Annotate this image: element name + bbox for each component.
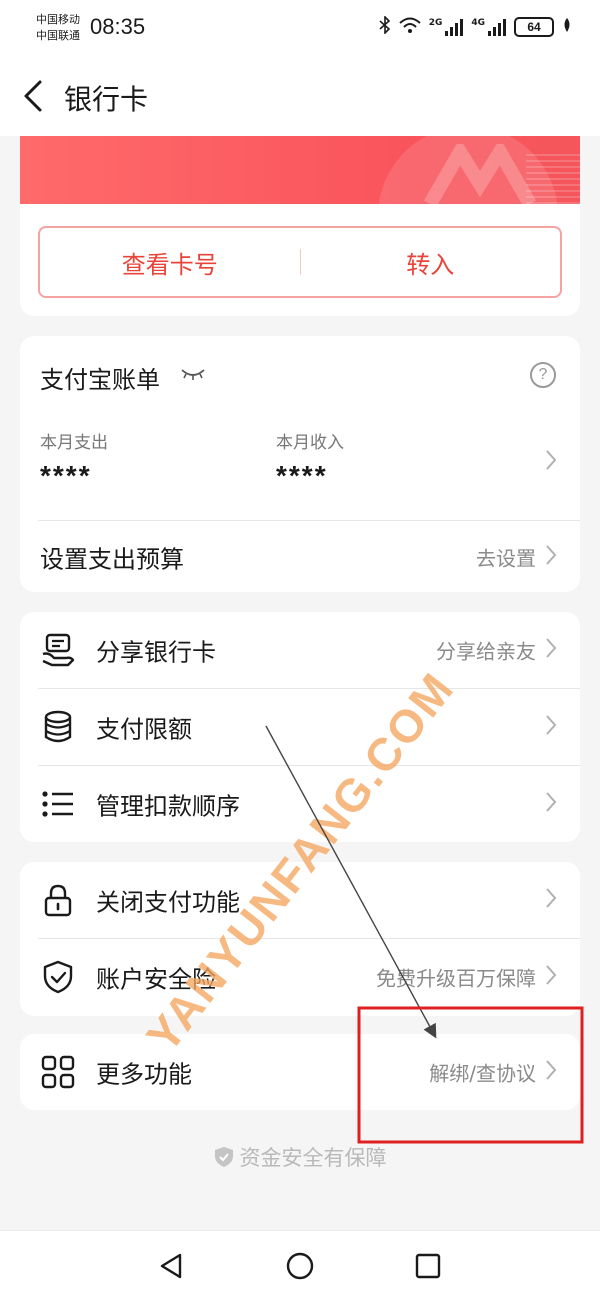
card-actions: 查看卡号 转入 [38,226,562,298]
status-time: 08:35 [90,14,146,39]
nav-back-button[interactable] [156,1251,186,1281]
share-bank-card-item[interactable]: 分享银行卡 分享给亲友 [20,612,580,688]
close-payment-label: 关闭支付功能 [96,888,240,917]
expense-value[interactable]: **** [40,460,92,492]
income-label: 本月收入 [276,433,344,453]
lock-icon [40,882,76,918]
more-functions-card: 更多功能 解绑/查协议 [20,1034,580,1110]
security-note-text: 资金安全有保障 [239,1146,387,1170]
chevron-right-icon [544,636,558,664]
chevron-right-icon [544,1058,558,1086]
transfer-in-button[interactable]: 转入 [301,245,561,280]
circle-home-icon [286,1252,314,1280]
bill-card: 支付宝账单 ? 本月支出 **** 本月收入 **** 设置支出预算 去设置 [20,336,580,592]
nav-home-button[interactable] [285,1251,315,1281]
wifi-icon [399,17,421,37]
chevron-right-icon [544,790,558,818]
chevron-right-icon [544,963,558,991]
shield-check-icon [214,1146,234,1173]
back-arrow-icon [24,80,42,112]
card-banner [20,136,580,204]
nav-bar: 银行卡 [0,56,600,136]
signal-2g-icon: 2G [429,18,464,36]
square-recents-icon [415,1253,441,1279]
unbind-agreement-hint: 解绑/查协议 [429,1061,536,1086]
share-bank-card-label: 分享银行卡 [96,638,216,667]
grid-icon [40,1054,76,1090]
set-budget-action: 去设置 [476,546,536,571]
chevron-right-icon [544,713,558,741]
chevron-right-icon [544,886,558,914]
bluetooth-icon [379,15,391,38]
expense-label: 本月支出 [40,433,108,453]
nav-recents-button[interactable] [413,1251,443,1281]
hide-amount-icon[interactable] [180,366,206,385]
status-icons: 2G 4G 64 [379,15,572,38]
help-icon[interactable]: ? [530,362,556,388]
bank-logo-icon [423,144,537,204]
bank-card: 查看卡号 转入 [20,136,580,316]
triangle-back-icon [160,1253,182,1279]
list-icon [40,786,76,822]
page-title: 银行卡 [64,83,149,116]
battery-icon: 64 [514,17,554,37]
database-icon [40,709,76,745]
share-bank-card-hint: 分享给亲友 [436,639,536,664]
signal-4g-icon: 4G [471,18,506,36]
chevron-right-icon [544,543,558,571]
divider [38,520,580,521]
payment-limit-label: 支付限额 [96,715,192,744]
carrier-info: 中国移动 中国联通 [36,12,80,44]
back-button[interactable] [16,76,56,116]
income-value[interactable]: **** [276,460,328,492]
menu-group-card: 分享银行卡 分享给亲友 支付限额 管理扣款顺序 [20,612,580,842]
carrier-name-2: 中国联通 [36,29,80,42]
set-budget-label: 设置支出预算 [40,545,184,574]
share-card-icon [40,632,76,668]
more-functions-item[interactable]: 更多功能 解绑/查协议 [20,1034,580,1110]
deduction-order-label: 管理扣款顺序 [96,792,240,821]
chevron-right-icon[interactable] [544,448,558,476]
carrier-name-1: 中国移动 [36,13,80,26]
banner-stripes [526,150,580,204]
set-budget-row[interactable]: 设置支出预算 去设置 [20,522,580,592]
security-note: 资金安全有保障 [0,1142,600,1173]
payment-limit-item[interactable]: 支付限额 [20,689,580,765]
status-bar: 中国移动 中国联通 08:35 2G 4G 64 [0,0,600,56]
leaf-icon [562,17,572,37]
account-insurance-item[interactable]: 账户安全险 免费升级百万保障 [20,939,580,1015]
shield-check-icon [40,959,76,995]
bill-title: 支付宝账单 [40,366,160,394]
account-insurance-hint: 免费升级百万保障 [376,966,536,991]
view-card-number-button[interactable]: 查看卡号 [40,245,300,280]
system-navigation-bar [0,1230,600,1300]
